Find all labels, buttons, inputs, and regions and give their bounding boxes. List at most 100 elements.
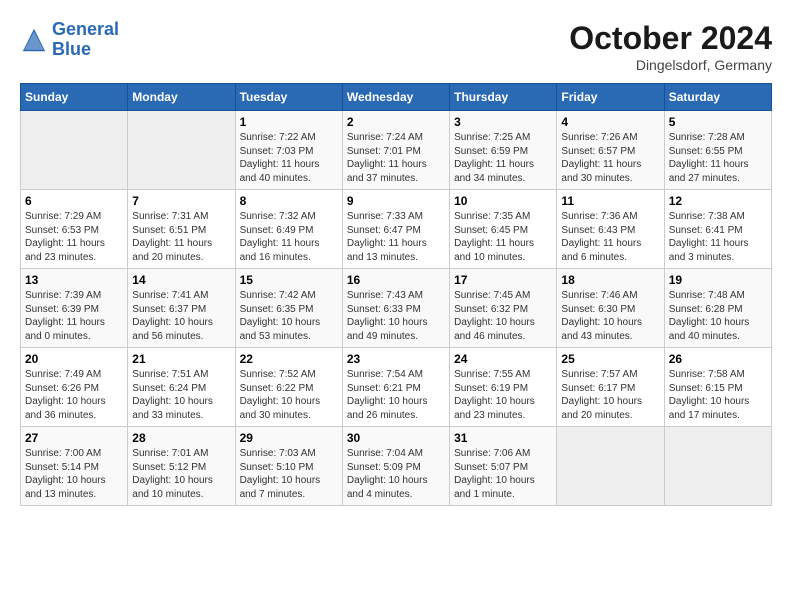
calendar-cell [21, 111, 128, 190]
logo-text: General Blue [52, 20, 119, 60]
day-number: 31 [454, 431, 552, 445]
day-number: 4 [561, 115, 659, 129]
calendar-cell: 1 Sunrise: 7:22 AM Sunset: 7:03 PM Daylig… [235, 111, 342, 190]
calendar-cell: 19 Sunrise: 7:48 AM Sunset: 6:28 PM Dayli… [664, 269, 771, 348]
week-row-5: 27Sunrise: 7:00 AM Sunset: 5:14 PM Dayli… [21, 427, 772, 506]
day-info: Sunrise: 7:57 AM Sunset: 6:17 PM Dayligh… [561, 368, 659, 422]
day-info: Sunrise: 7:28 AM Sunset: 6:55 PM Dayligh… [669, 131, 767, 185]
day-info: Sunrise: 7:52 AM Sunset: 6:22 PM Dayligh… [240, 368, 338, 422]
day-number: 28 [132, 431, 230, 445]
day-info: Sunrise: 7:38 AM Sunset: 6:41 PM Dayligh… [669, 210, 767, 264]
calendar-cell: 10 Sunrise: 7:35 AM Sunset: 6:45 PM Dayli… [450, 190, 557, 269]
day-number: 26 [669, 352, 767, 366]
calendar-cell: 18 Sunrise: 7:46 AM Sunset: 6:30 PM Dayli… [557, 269, 664, 348]
day-number: 13 [25, 273, 123, 287]
calendar-cell: 2 Sunrise: 7:24 AM Sunset: 7:01 PM Daylig… [342, 111, 449, 190]
day-info: Sunrise: 7:33 AM Sunset: 6:47 PM Dayligh… [347, 210, 445, 264]
calendar-cell: 20Sunrise: 7:49 AM Sunset: 6:26 PM Dayli… [21, 348, 128, 427]
day-number: 10 [454, 194, 552, 208]
day-number: 7 [132, 194, 230, 208]
day-number: 30 [347, 431, 445, 445]
day-number: 12 [669, 194, 767, 208]
calendar-cell: 16 Sunrise: 7:43 AM Sunset: 6:33 PM Dayli… [342, 269, 449, 348]
day-number: 3 [454, 115, 552, 129]
calendar-cell: 4 Sunrise: 7:26 AM Sunset: 6:57 PM Daylig… [557, 111, 664, 190]
calendar-cell: 27Sunrise: 7:00 AM Sunset: 5:14 PM Dayli… [21, 427, 128, 506]
day-number: 21 [132, 352, 230, 366]
weekday-header-thursday: Thursday [450, 84, 557, 111]
day-number: 18 [561, 273, 659, 287]
calendar-cell: 7 Sunrise: 7:31 AM Sunset: 6:51 PM Daylig… [128, 190, 235, 269]
week-row-2: 6 Sunrise: 7:29 AM Sunset: 6:53 PM Daylig… [21, 190, 772, 269]
day-info: Sunrise: 7:06 AM Sunset: 5:07 PM Dayligh… [454, 447, 552, 501]
weekday-header-monday: Monday [128, 84, 235, 111]
calendar-cell: 28Sunrise: 7:01 AM Sunset: 5:12 PM Dayli… [128, 427, 235, 506]
weekday-header-friday: Friday [557, 84, 664, 111]
day-info: Sunrise: 7:35 AM Sunset: 6:45 PM Dayligh… [454, 210, 552, 264]
logo-line1: General [52, 19, 119, 39]
day-info: Sunrise: 7:48 AM Sunset: 6:28 PM Dayligh… [669, 289, 767, 343]
calendar-cell [664, 427, 771, 506]
logo: General Blue [20, 20, 119, 60]
week-row-1: 1 Sunrise: 7:22 AM Sunset: 7:03 PM Daylig… [21, 111, 772, 190]
day-info: Sunrise: 7:49 AM Sunset: 6:26 PM Dayligh… [25, 368, 123, 422]
day-info: Sunrise: 7:26 AM Sunset: 6:57 PM Dayligh… [561, 131, 659, 185]
calendar-cell: 23Sunrise: 7:54 AM Sunset: 6:21 PM Dayli… [342, 348, 449, 427]
calendar-cell: 30 Sunrise: 7:04 AM Sunset: 5:09 PM Dayli… [342, 427, 449, 506]
day-number: 25 [561, 352, 659, 366]
calendar-cell: 5 Sunrise: 7:28 AM Sunset: 6:55 PM Daylig… [664, 111, 771, 190]
day-number: 14 [132, 273, 230, 287]
day-info: Sunrise: 7:03 AM Sunset: 5:10 PM Dayligh… [240, 447, 338, 501]
logo-line2: Blue [52, 39, 91, 59]
location: Dingelsdorf, Germany [569, 57, 772, 73]
day-info: Sunrise: 7:04 AM Sunset: 5:09 PM Dayligh… [347, 447, 445, 501]
day-info: Sunrise: 7:46 AM Sunset: 6:30 PM Dayligh… [561, 289, 659, 343]
calendar-cell: 26 Sunrise: 7:58 AM Sunset: 6:15 PM Dayli… [664, 348, 771, 427]
weekday-header-tuesday: Tuesday [235, 84, 342, 111]
day-number: 22 [240, 352, 338, 366]
title-block: October 2024 Dingelsdorf, Germany [569, 20, 772, 73]
day-info: Sunrise: 7:31 AM Sunset: 6:51 PM Dayligh… [132, 210, 230, 264]
calendar-cell: 13 Sunrise: 7:39 AM Sunset: 6:39 PM Dayli… [21, 269, 128, 348]
day-info: Sunrise: 7:55 AM Sunset: 6:19 PM Dayligh… [454, 368, 552, 422]
calendar-cell: 17Sunrise: 7:45 AM Sunset: 6:32 PM Dayli… [450, 269, 557, 348]
day-number: 9 [347, 194, 445, 208]
weekday-header-wednesday: Wednesday [342, 84, 449, 111]
day-number: 8 [240, 194, 338, 208]
day-number: 15 [240, 273, 338, 287]
day-info: Sunrise: 7:58 AM Sunset: 6:15 PM Dayligh… [669, 368, 767, 422]
day-info: Sunrise: 7:45 AM Sunset: 6:32 PM Dayligh… [454, 289, 552, 343]
day-number: 6 [25, 194, 123, 208]
day-number: 2 [347, 115, 445, 129]
calendar-cell: 31 Sunrise: 7:06 AM Sunset: 5:07 PM Dayli… [450, 427, 557, 506]
month-title: October 2024 [569, 20, 772, 57]
weekday-header-row: SundayMondayTuesdayWednesdayThursdayFrid… [21, 84, 772, 111]
day-info: Sunrise: 7:39 AM Sunset: 6:39 PM Dayligh… [25, 289, 123, 343]
calendar-cell: 3Sunrise: 7:25 AM Sunset: 6:59 PM Daylig… [450, 111, 557, 190]
day-number: 11 [561, 194, 659, 208]
logo-icon [20, 26, 48, 54]
day-info: Sunrise: 7:51 AM Sunset: 6:24 PM Dayligh… [132, 368, 230, 422]
week-row-4: 20Sunrise: 7:49 AM Sunset: 6:26 PM Dayli… [21, 348, 772, 427]
day-info: Sunrise: 7:43 AM Sunset: 6:33 PM Dayligh… [347, 289, 445, 343]
weekday-header-sunday: Sunday [21, 84, 128, 111]
day-number: 19 [669, 273, 767, 287]
day-info: Sunrise: 7:54 AM Sunset: 6:21 PM Dayligh… [347, 368, 445, 422]
day-number: 16 [347, 273, 445, 287]
day-number: 5 [669, 115, 767, 129]
day-info: Sunrise: 7:22 AM Sunset: 7:03 PM Dayligh… [240, 131, 338, 185]
calendar-cell: 8Sunrise: 7:32 AM Sunset: 6:49 PM Daylig… [235, 190, 342, 269]
day-info: Sunrise: 7:36 AM Sunset: 6:43 PM Dayligh… [561, 210, 659, 264]
day-number: 24 [454, 352, 552, 366]
day-info: Sunrise: 7:42 AM Sunset: 6:35 PM Dayligh… [240, 289, 338, 343]
day-info: Sunrise: 7:29 AM Sunset: 6:53 PM Dayligh… [25, 210, 123, 264]
day-number: 1 [240, 115, 338, 129]
calendar-cell: 12 Sunrise: 7:38 AM Sunset: 6:41 PM Dayli… [664, 190, 771, 269]
weekday-header-saturday: Saturday [664, 84, 771, 111]
calendar-cell: 6 Sunrise: 7:29 AM Sunset: 6:53 PM Daylig… [21, 190, 128, 269]
day-info: Sunrise: 7:24 AM Sunset: 7:01 PM Dayligh… [347, 131, 445, 185]
calendar: SundayMondayTuesdayWednesdayThursdayFrid… [20, 83, 772, 506]
calendar-cell: 14Sunrise: 7:41 AM Sunset: 6:37 PM Dayli… [128, 269, 235, 348]
calendar-cell: 9 Sunrise: 7:33 AM Sunset: 6:47 PM Daylig… [342, 190, 449, 269]
calendar-cell: 24 Sunrise: 7:55 AM Sunset: 6:19 PM Dayli… [450, 348, 557, 427]
